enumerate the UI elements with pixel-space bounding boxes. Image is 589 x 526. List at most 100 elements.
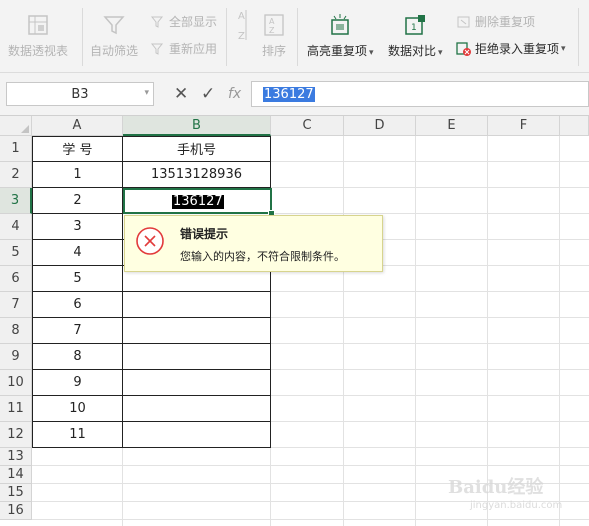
pivot-table-button[interactable]: 数据透视表 — [8, 12, 68, 59]
table-cell-student-id[interactable]: 2 — [33, 188, 122, 213]
row-header-1[interactable]: 1 — [0, 136, 32, 162]
table-cell-student-id[interactable]: 8 — [33, 344, 122, 369]
reject-duplicates-button[interactable]: 拒绝录入重复项 ▾ — [456, 40, 566, 57]
row-header-12[interactable]: 12 — [0, 422, 32, 448]
table-cell-phone[interactable] — [123, 318, 270, 343]
table-cell-student-id[interactable]: 3 — [33, 214, 122, 239]
ribbon-separator — [226, 8, 227, 66]
name-box-value: B3 — [71, 86, 89, 102]
svg-text:A: A — [238, 11, 245, 22]
column-header-f[interactable]: F — [488, 116, 560, 136]
error-tooltip: 错误提示 您输入的内容，不符合限制条件。 — [124, 215, 383, 272]
table-cell-phone[interactable] — [123, 396, 270, 421]
cancel-icon[interactable]: ✕ — [174, 84, 188, 104]
chevron-down-icon: ▾ — [369, 48, 374, 58]
column-header-d[interactable]: D — [344, 116, 416, 136]
table-cell-phone[interactable] — [123, 370, 270, 395]
auto-filter-button[interactable]: 自动筛选 — [90, 12, 138, 59]
column-header-e[interactable]: E — [416, 116, 488, 136]
sort-ascending-icon: AZ — [236, 10, 250, 42]
delete-duplicates-button[interactable]: 删除重复项 — [456, 13, 535, 30]
formula-input-value: 136127 — [263, 87, 315, 102]
row-header-10[interactable]: 10 — [0, 370, 32, 396]
row-header-14[interactable]: 14 — [0, 466, 32, 484]
highlight-duplicates-label: 高亮重复项 ▾ — [307, 44, 374, 58]
highlight-duplicates-button[interactable]: 高亮重复项 ▾ — [307, 12, 374, 59]
row-header-16[interactable]: 16 — [0, 502, 32, 520]
sort-icon: AZ — [261, 12, 287, 38]
table-cell-student-id[interactable]: 9 — [33, 370, 122, 395]
sort-button[interactable]: AZ 排序 — [261, 12, 287, 59]
confirm-icon[interactable]: ✓ — [201, 84, 215, 104]
chevron-down-icon[interactable]: ▾ — [144, 88, 149, 98]
select-all-corner[interactable] — [0, 116, 32, 136]
formula-bar: B3 ▾ ✕ ✓ fx 136127 — [0, 73, 589, 116]
chevron-down-icon: ▾ — [438, 48, 443, 58]
header-cell-phone[interactable]: 手机号 — [123, 136, 270, 161]
insert-function-icon[interactable]: fx — [228, 86, 241, 102]
row-header-6[interactable]: 6 — [0, 266, 32, 292]
data-compare-button[interactable]: 1 数据对比 ▾ — [388, 12, 443, 59]
data-compare-label: 数据对比 ▾ — [388, 44, 443, 58]
table-cell-student-id[interactable]: 10 — [33, 396, 122, 421]
row-header-11[interactable]: 11 — [0, 396, 32, 422]
table-cell-phone[interactable]: 13513128936 — [123, 162, 270, 187]
column-header-b[interactable]: B — [123, 116, 271, 136]
data-compare-icon: 1 — [402, 12, 428, 38]
table-border-horizontal — [33, 447, 271, 448]
table-cell-student-id[interactable]: 1 — [33, 162, 122, 187]
sort-label: 排序 — [261, 44, 286, 58]
name-box[interactable]: B3 ▾ — [6, 82, 154, 106]
table-border-vertical — [270, 136, 271, 448]
active-cell-b3[interactable]: 136127 — [123, 188, 272, 214]
highlight-duplicates-icon — [327, 12, 353, 38]
row-header-15[interactable]: 15 — [0, 484, 32, 502]
sort-asc-icon-button[interactable]: AZ — [236, 10, 250, 42]
gridline-vertical — [415, 136, 416, 526]
reapply-button[interactable]: 重新应用 — [150, 40, 217, 57]
table-cell-student-id[interactable]: 11 — [33, 422, 122, 447]
gridline-vertical — [343, 136, 344, 526]
row-header-3[interactable]: 3 — [0, 188, 32, 214]
table-cell-student-id[interactable]: 4 — [33, 240, 122, 265]
table-cell-student-id[interactable]: 5 — [33, 266, 122, 291]
svg-text:A: A — [269, 17, 275, 26]
error-icon — [135, 226, 165, 256]
gridline-horizontal — [32, 519, 589, 520]
filter-clear-icon — [150, 14, 166, 30]
table-cell-phone[interactable] — [123, 292, 270, 317]
row-header-2[interactable]: 2 — [0, 162, 32, 188]
column-header-a[interactable]: A — [32, 116, 123, 136]
row-header-7[interactable]: 7 — [0, 292, 32, 318]
watermark-logo: Baidu经验 — [448, 477, 544, 498]
show-all-button[interactable]: 全部显示 — [150, 13, 217, 30]
reject-duplicates-icon — [456, 41, 472, 57]
formula-input[interactable]: 136127 — [251, 81, 589, 107]
watermark-url: jingyan.baidu.com — [470, 500, 563, 511]
column-header-extra[interactable] — [560, 116, 589, 136]
row-header-5[interactable]: 5 — [0, 240, 32, 266]
header-cell-student-id[interactable]: 学 号 — [33, 136, 122, 161]
delete-duplicates-label: 删除重复项 — [475, 15, 536, 29]
row-header-8[interactable]: 8 — [0, 318, 32, 344]
chevron-down-icon: ▾ — [561, 43, 566, 54]
gridline-horizontal — [32, 465, 589, 466]
show-all-label: 全部显示 — [169, 15, 218, 29]
svg-text:Z: Z — [269, 26, 275, 35]
reject-duplicates-label: 拒绝录入重复项 — [475, 42, 560, 56]
table-cell-student-id[interactable]: 6 — [33, 292, 122, 317]
table-cell-phone[interactable] — [123, 344, 270, 369]
table-cell-phone[interactable] — [123, 422, 270, 447]
table-cell-student-id[interactable]: 7 — [33, 318, 122, 343]
filter-reapply-icon — [150, 41, 166, 57]
reapply-label: 重新应用 — [169, 42, 218, 56]
column-header-c[interactable]: C — [271, 116, 344, 136]
auto-filter-label: 自动筛选 — [90, 44, 139, 58]
pivot-table-label: 数据透视表 — [8, 44, 69, 58]
ribbon-toolbar: 数据透视表 自动筛选 全部显示 重新应用 AZ AZ 排序 高亮重复项▾ 1 — [0, 0, 589, 73]
row-header-9[interactable]: 9 — [0, 344, 32, 370]
row-header-13[interactable]: 13 — [0, 448, 32, 466]
gridline-vertical — [559, 136, 560, 526]
active-cell-value: 136127 — [172, 194, 224, 209]
row-header-4[interactable]: 4 — [0, 214, 32, 240]
